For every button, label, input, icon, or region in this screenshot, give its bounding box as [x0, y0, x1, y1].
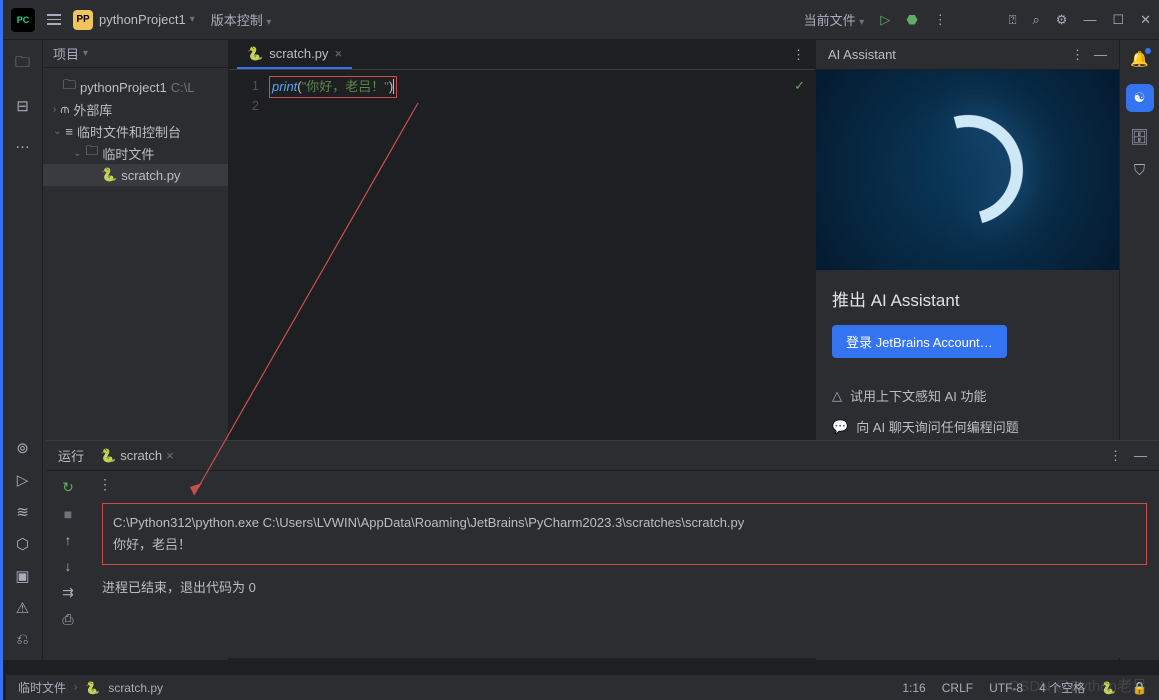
- terminal-icon[interactable]: ▣: [15, 567, 29, 585]
- chat-icon: 💬: [832, 419, 848, 435]
- tabs-more-icon[interactable]: ⋮: [792, 47, 815, 63]
- tree-scratch-file[interactable]: 🐍 scratch.py: [43, 164, 228, 186]
- minimize-icon[interactable]: —: [1083, 12, 1096, 27]
- ai-promo-title: 推出 AI Assistant: [832, 286, 1103, 311]
- run-tool-icon[interactable]: ▷: [17, 471, 29, 489]
- services-icon[interactable]: ⬡: [16, 535, 29, 553]
- left-tool-rail: 🗀 ⊟ … ⊚ ▷ ≋ ⬡ ▣ ⚠ ⎌: [3, 40, 43, 660]
- shield-icon[interactable]: ⛉: [1134, 162, 1145, 179]
- vcs-tool-icon[interactable]: ⎌: [16, 631, 28, 648]
- run-more-icon[interactable]: ⋮: [1109, 448, 1122, 464]
- run-side-toolbar: ↻ ■ ↑ ↓ ⇉ ⎙: [46, 471, 90, 658]
- editor-tabs: 🐍 scratch.py × ⋮: [229, 40, 815, 70]
- console-command: C:\Python312\python.exe C:\Users\LVWIN\A…: [113, 512, 1136, 534]
- database-icon[interactable]: 🗄: [1130, 128, 1149, 146]
- run-tool-window: 运行 🐍 scratch × ⋮ — ↻ ■ ↑ ↓ ⇉ ⎙ ⋮ C:\Pyth…: [46, 440, 1159, 658]
- notification-dot: [1145, 48, 1151, 54]
- pycharm-logo: PC: [11, 8, 35, 32]
- breadcrumb-folder[interactable]: 临时文件: [18, 679, 66, 696]
- breadcrumb-file[interactable]: scratch.py: [108, 681, 163, 695]
- ai-swirl-icon: [892, 95, 1042, 245]
- ai-assistant-tool-icon[interactable]: ☯: [1126, 84, 1154, 112]
- ai-panel-header: AI Assistant ⋮ —: [816, 40, 1119, 70]
- main-menu-icon[interactable]: [47, 14, 61, 25]
- run-label: 运行: [58, 446, 84, 465]
- packages-icon[interactable]: ≋: [16, 503, 29, 521]
- python-console-icon[interactable]: ⊚: [16, 439, 29, 457]
- run-hide-icon[interactable]: —: [1134, 448, 1147, 464]
- rerun-icon[interactable]: ↻: [62, 479, 74, 496]
- vcs-menu[interactable]: 版本控制 ▾: [211, 10, 272, 29]
- readonly-lock-icon[interactable]: 🔒: [1132, 681, 1147, 695]
- ai-logo-banner: [816, 70, 1119, 270]
- wrap-icon[interactable]: ⇉: [62, 584, 74, 601]
- console-exit: 进程已结束，退出代码为 0: [102, 577, 1147, 599]
- sidebar-header[interactable]: 项目 ▾: [43, 40, 228, 68]
- console-more-icon[interactable]: ⋮: [98, 476, 112, 493]
- console-output[interactable]: C:\Python312\python.exe C:\Users\LVWIN\A…: [90, 497, 1159, 605]
- tree-external-libs[interactable]: › ⫙ 外部库: [43, 98, 228, 120]
- editor-tab-scratch[interactable]: 🐍 scratch.py ×: [237, 40, 352, 69]
- file-encoding[interactable]: UTF-8: [989, 681, 1023, 695]
- project-name[interactable]: pythonProject1: [99, 12, 186, 27]
- ai-link-chat[interactable]: 💬 向 AI 聊天询问任何编程问题: [832, 417, 1103, 436]
- close-tab-icon[interactable]: ×: [334, 46, 342, 61]
- settings-icon[interactable]: ⚙: [1056, 12, 1068, 28]
- close-run-tab-icon[interactable]: ×: [166, 448, 174, 463]
- interpreter-icon[interactable]: 🐍: [1101, 681, 1116, 695]
- status-bar: 临时文件 › 🐍 scratch.py 1:16 CRLF UTF-8 4 个空…: [6, 674, 1159, 700]
- caret-position[interactable]: 1:16: [902, 681, 925, 695]
- run-header: 运行 🐍 scratch × ⋮ —: [46, 441, 1159, 471]
- run-tab-scratch[interactable]: 🐍 scratch ×: [100, 448, 174, 464]
- maximize-icon[interactable]: ☐: [1112, 12, 1124, 28]
- ai-panel-title: AI Assistant: [828, 47, 896, 62]
- more-actions-icon[interactable]: ⋮: [934, 12, 947, 28]
- search-icon[interactable]: ⌕: [1033, 12, 1040, 28]
- context-icon: △: [832, 388, 842, 404]
- login-jetbrains-button[interactable]: 登录 JetBrains Account…: [832, 325, 1007, 358]
- stop-icon[interactable]: ■: [64, 506, 72, 522]
- close-icon[interactable]: ✕: [1140, 12, 1151, 28]
- titlebar: PC PP pythonProject1 ▾ 版本控制 ▾ 当前文件 ▾ ▷ ⬣…: [3, 0, 1159, 40]
- chevron-down-icon[interactable]: ▾: [190, 14, 195, 25]
- project-badge: PP: [73, 10, 93, 30]
- ai-hide-icon[interactable]: —: [1094, 47, 1107, 63]
- inspection-ok-icon[interactable]: ✓: [794, 78, 805, 94]
- problems-icon[interactable]: ⚠: [16, 599, 29, 617]
- console-stdout: 你好，老吕！: [113, 534, 1136, 556]
- tree-scratches-root[interactable]: ⌄ ≡ 临时文件和控制台: [43, 120, 228, 142]
- tree-project-root[interactable]: 🗀 pythonProject1 C:\L: [43, 76, 228, 98]
- code-with-me-icon[interactable]: ⍰: [1009, 12, 1017, 28]
- run-config[interactable]: 当前文件 ▾: [804, 10, 865, 29]
- structure-tool-icon[interactable]: ⊟: [16, 97, 29, 115]
- tree-scratches-folder[interactable]: ⌄ 🗀 临时文件: [43, 142, 228, 164]
- up-icon[interactable]: ↑: [65, 532, 72, 548]
- project-tool-icon[interactable]: 🗀: [15, 52, 30, 77]
- indent-setting[interactable]: 4 个空格: [1039, 679, 1085, 696]
- debug-icon[interactable]: ⬣: [906, 12, 917, 28]
- print-icon[interactable]: ⎙: [62, 611, 73, 628]
- ai-more-icon[interactable]: ⋮: [1071, 47, 1084, 63]
- project-tree: 🗀 pythonProject1 C:\L › ⫙ 外部库 ⌄ ≡ 临时文件和控…: [43, 68, 228, 194]
- run-icon[interactable]: ▷: [880, 12, 890, 28]
- more-tool-icon[interactable]: …: [15, 135, 30, 152]
- ai-link-context[interactable]: △ 试用上下文感知 AI 功能: [832, 386, 1103, 405]
- down-icon[interactable]: ↓: [65, 558, 72, 574]
- line-separator[interactable]: CRLF: [942, 681, 973, 695]
- console-toolbar: ⋮: [90, 471, 1159, 497]
